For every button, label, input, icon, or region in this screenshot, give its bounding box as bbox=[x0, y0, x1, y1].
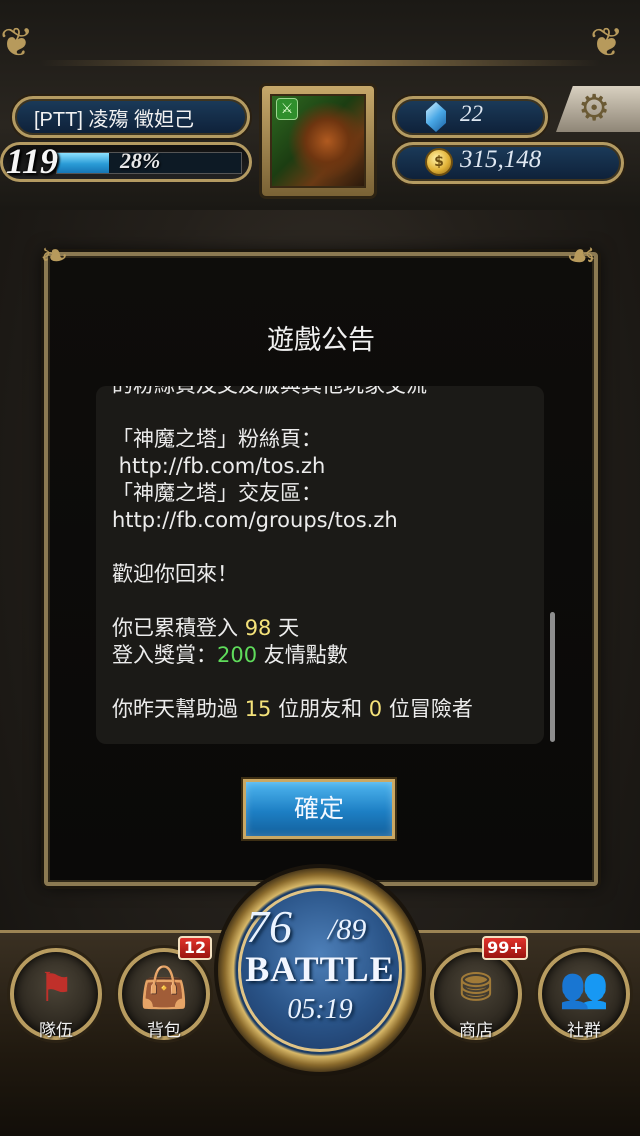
line-text: 你昨天幫助過 bbox=[112, 697, 245, 721]
announcement-line: 「神魔之塔」粉絲頁： bbox=[112, 426, 532, 453]
announcement-scroll-area[interactable]: 的粉絲頁及交友版與其他玩家交流「神魔之塔」粉絲頁： http://fb.com/… bbox=[96, 386, 544, 744]
coin-count: 315,148 bbox=[460, 146, 542, 173]
stamina-timer: 05:19 bbox=[287, 994, 353, 1025]
line-text: http://fb.com/tos.zh bbox=[112, 454, 326, 478]
bag-icon: 👜 bbox=[139, 965, 189, 1011]
announcement-line: http://fb.com/tos.zh bbox=[112, 453, 532, 480]
confirm-button[interactable]: 確定 bbox=[243, 779, 395, 839]
line-text: http://fb.com/groups/tos.zh bbox=[112, 508, 398, 532]
dialog-ornament-tl: ❧ bbox=[40, 236, 69, 276]
line-text: 位冒險者 bbox=[382, 697, 473, 721]
highlight-number: 0 bbox=[368, 697, 383, 721]
dialog-ornament-tr: ☙ bbox=[566, 236, 597, 276]
gem-count: 22 bbox=[460, 101, 483, 126]
announcement-line: http://fb.com/groups/tos.zh bbox=[112, 507, 532, 534]
bag-badge: 12 bbox=[178, 936, 212, 960]
ornament-left: ❦ bbox=[0, 20, 34, 66]
line-text: 「神魔之塔」交友區： bbox=[112, 481, 322, 505]
shop-badge: 99+ bbox=[482, 936, 528, 960]
line-text: 歡迎你回來！ bbox=[112, 562, 238, 586]
line-text: 的粉絲頁及交友版與其他玩家交流 bbox=[112, 386, 427, 397]
dialog-title: 遊戲公告 bbox=[267, 325, 375, 356]
announcement-line: 「神魔之塔」交友區： bbox=[112, 480, 532, 507]
announcement-line: 你昨天幫助過 15 位朋友和 0 位冒險者 bbox=[112, 696, 532, 723]
announcement-line bbox=[112, 399, 532, 426]
scrollbar[interactable] bbox=[550, 612, 555, 742]
coin-icon: $ bbox=[425, 148, 453, 176]
announcement-line: 登入獎賞：200 友情點數 bbox=[112, 642, 532, 669]
announcement-line bbox=[112, 534, 532, 561]
wood-attribute-icon: ⚔ bbox=[276, 98, 298, 120]
bag-label: 背包 bbox=[147, 1021, 181, 1041]
line-text: 友情點數 bbox=[257, 643, 348, 667]
announcement-line bbox=[112, 588, 532, 615]
top-divider bbox=[40, 60, 600, 66]
treasure-chest-icon: ⛃ bbox=[459, 965, 493, 1011]
announcement-text: 的粉絲頁及交友版與其他玩家交流「神魔之塔」粉絲頁： http://fb.com/… bbox=[112, 386, 532, 723]
announcement-line: 歡迎你回來！ bbox=[112, 561, 532, 588]
line-text: 「神魔之塔」粉絲頁： bbox=[112, 427, 322, 451]
flag-icon: ⚑ bbox=[38, 965, 74, 1011]
gear-icon[interactable]: ⚙ bbox=[578, 86, 610, 132]
stamina-max: /89 bbox=[328, 913, 367, 946]
shop-label: 商店 bbox=[459, 1021, 493, 1041]
highlight-number: 200 bbox=[217, 643, 258, 667]
highlight-number: 98 bbox=[244, 616, 272, 640]
line-text: 天 bbox=[271, 616, 300, 640]
battle-label: BATTLE bbox=[245, 949, 395, 989]
line-text: 登入獎賞： bbox=[112, 643, 217, 667]
announcement-line bbox=[112, 669, 532, 696]
player-name: [PTT] 凌殤 徵妲己 bbox=[34, 109, 194, 131]
social-label: 社群 bbox=[567, 1021, 601, 1041]
exp-bar-fill bbox=[57, 153, 109, 173]
highlight-number: 15 bbox=[244, 697, 272, 721]
announcement-line: 的粉絲頁及交友版與其他玩家交流 bbox=[112, 386, 532, 399]
line-text: 位朋友和 bbox=[271, 697, 369, 721]
friends-icon: 👥 bbox=[559, 965, 609, 1011]
line-text: 你已累積登入 bbox=[112, 616, 245, 640]
announcement-line: 你已累積登入 98 天 bbox=[112, 615, 532, 642]
stamina-current: 76 bbox=[246, 901, 292, 952]
team-label: 隊伍 bbox=[39, 1021, 73, 1041]
exp-percent: 28% bbox=[120, 148, 161, 173]
player-level: 119 bbox=[6, 141, 59, 181]
